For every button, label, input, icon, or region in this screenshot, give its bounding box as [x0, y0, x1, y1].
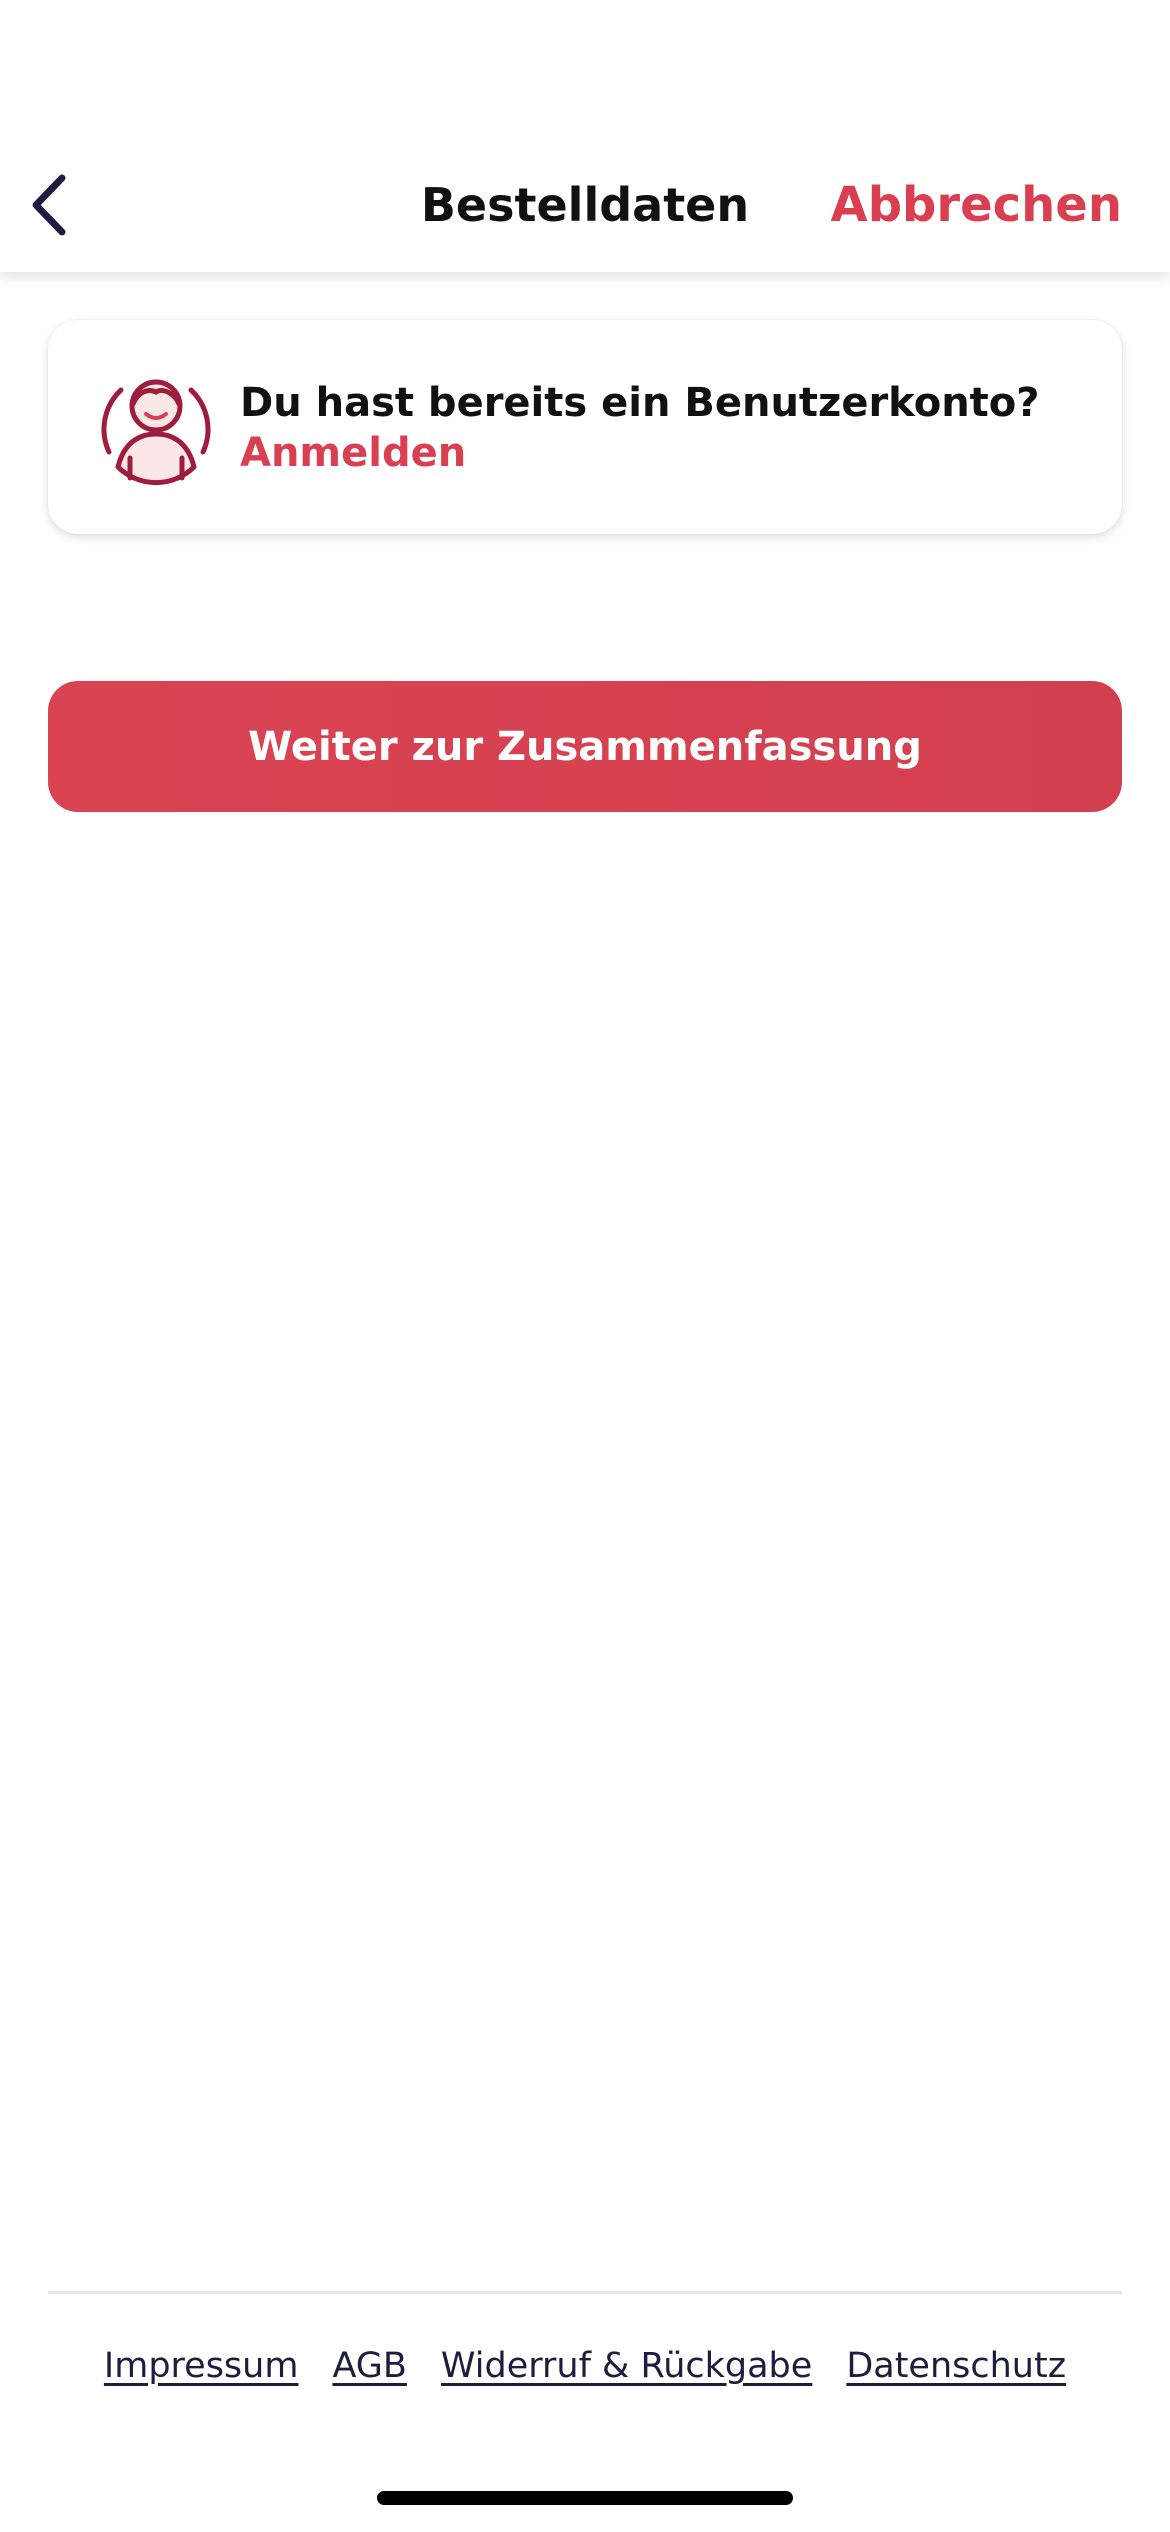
login-card: Du hast bereits ein Benutzerkonto? Anmel…	[48, 320, 1122, 534]
continue-to-summary-button[interactable]: Weiter zur Zusammenfassung	[48, 681, 1122, 812]
footer-link-impressum[interactable]: Impressum	[104, 2338, 299, 2394]
login-question-text: Du hast bereits ein Benutzerkonto?	[240, 380, 1040, 426]
navigation-bar: Bestelldaten Abbrechen	[0, 0, 1170, 272]
home-indicator	[377, 2491, 793, 2505]
footer-link-widerruf[interactable]: Widerruf & Rückgabe	[441, 2338, 812, 2394]
login-link[interactable]: Anmelden	[240, 428, 466, 478]
cancel-button[interactable]: Abbrechen	[831, 172, 1122, 238]
footer-link-agb[interactable]: AGB	[332, 2338, 406, 2394]
user-avatar-icon	[101, 379, 211, 486]
footer-divider	[48, 2291, 1122, 2294]
footer-link-datenschutz[interactable]: Datenschutz	[846, 2338, 1066, 2394]
footer-links: Impressum AGB Widerruf & Rückgabe Datens…	[0, 2338, 1170, 2394]
